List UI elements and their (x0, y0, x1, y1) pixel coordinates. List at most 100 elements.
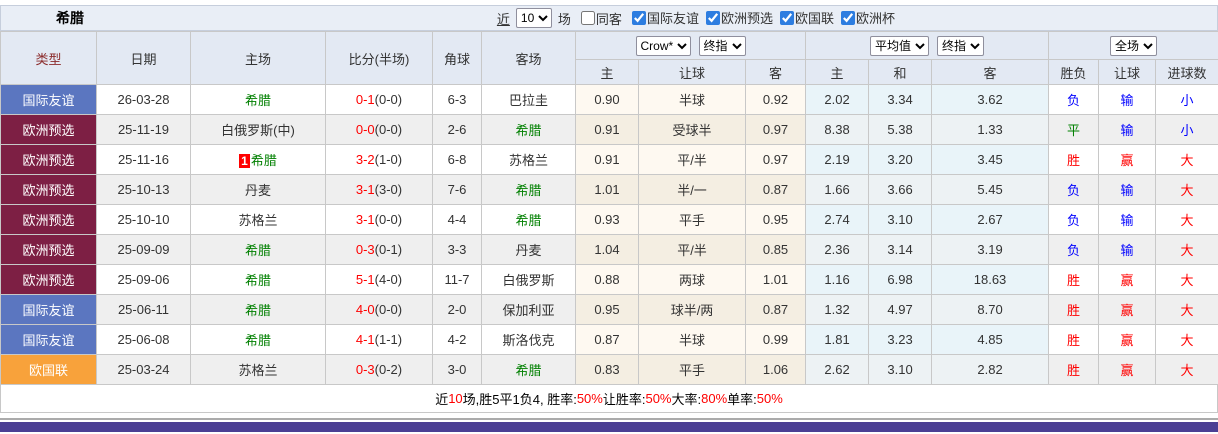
goals-result-value: 大 (1156, 205, 1218, 235)
home-team-link[interactable]: 希腊 (191, 325, 326, 355)
home-team-link[interactable]: 苏格兰 (191, 355, 326, 385)
league-filter[interactable]: 国际友谊 (625, 8, 699, 27)
away-team-link[interactable]: 苏格兰 (482, 145, 576, 175)
avg-group-header: 平均值终指 (806, 32, 1049, 60)
col-header-odds-home: 主 (576, 60, 639, 85)
col-header-odds-handicap: 让球 (639, 60, 746, 85)
home-team-link[interactable]: 苏格兰 (191, 205, 326, 235)
league-badge: 国际友谊 (1, 295, 97, 325)
away-team-link[interactable]: 希腊 (482, 205, 576, 235)
home-team-name: 丹麦 (245, 183, 271, 198)
result-value: 负 (1049, 205, 1099, 235)
avg-index-select[interactable]: 终指 (937, 36, 984, 56)
odds-company-select[interactable]: Crow* (636, 36, 691, 56)
handicap-result-value: 输 (1099, 115, 1156, 145)
result-value: 胜 (1049, 325, 1099, 355)
goals-result-value: 大 (1156, 265, 1218, 295)
summary-line: 近10场,胜5平1负4, 胜率:50% 让胜率:50% 大率:80% 单率:50… (0, 385, 1218, 413)
league-filter-checkbox[interactable] (780, 11, 794, 25)
away-team-link[interactable]: 保加利亚 (482, 295, 576, 325)
col-header-odds-away: 客 (746, 60, 806, 85)
home-team-link[interactable]: 希腊 (191, 265, 326, 295)
league-filter-checkbox[interactable] (706, 11, 720, 25)
match-date: 25-09-09 (97, 235, 191, 265)
red-card-badge: 1 (239, 154, 250, 168)
result-value: 胜 (1049, 355, 1099, 385)
odds-home-value: 1.04 (576, 235, 639, 265)
goals-result-value: 大 (1156, 145, 1218, 175)
avg-draw-value: 3.10 (869, 355, 932, 385)
scope-select[interactable]: 全场 (1110, 36, 1157, 56)
home-team-link[interactable]: 希腊 (191, 295, 326, 325)
league-filter-label: 欧洲预选 (721, 8, 773, 27)
away-team-name: 巴拉圭 (509, 93, 548, 108)
away-team-name: 白俄罗斯 (502, 273, 554, 288)
league-filter[interactable]: 欧洲预选 (699, 8, 773, 27)
same-away-filter[interactable]: 同客 (574, 9, 622, 28)
corner-score: 6-3 (433, 85, 482, 115)
col-header-type: 类型 (1, 32, 97, 85)
col-header-away: 客场 (482, 32, 576, 85)
match-history-page: 希腊 近 10 场 同客 国际友谊欧洲预选欧国联欧洲杯 类型 日期 主场 (0, 5, 1218, 432)
home-team-link[interactable]: 1希腊 (191, 145, 326, 175)
summary-text-segment: 让胜率: (603, 389, 646, 408)
score-cell: 0-3(0-2) (326, 355, 433, 385)
odds-home-value: 0.91 (576, 145, 639, 175)
table-row: 欧洲预选 25-11-16 1希腊 3-2(1-0) 6-8 苏格兰 0.91 … (1, 145, 1218, 175)
handicap-result-value: 赢 (1099, 325, 1156, 355)
divider-line (0, 418, 1218, 420)
near-link[interactable]: 近 (497, 9, 510, 28)
goals-result-value: 小 (1156, 115, 1218, 145)
away-team-link[interactable]: 巴拉圭 (482, 85, 576, 115)
odds-handicap-value: 受球半 (639, 115, 746, 145)
odds-home-value: 0.95 (576, 295, 639, 325)
avg-select[interactable]: 平均值 (870, 36, 929, 56)
home-team-link[interactable]: 希腊 (191, 235, 326, 265)
away-team-name: 斯洛伐克 (502, 333, 554, 348)
avg-home-value: 2.62 (806, 355, 869, 385)
odds-home-value: 0.91 (576, 115, 639, 145)
league-filter[interactable]: 欧国联 (773, 8, 834, 27)
avg-home-value: 1.32 (806, 295, 869, 325)
summary-text-segment: 80% (701, 391, 727, 406)
home-team-link[interactable]: 希腊 (191, 85, 326, 115)
league-filter[interactable]: 欧洲杯 (834, 8, 895, 27)
result-value: 平 (1049, 115, 1099, 145)
corner-score: 3-3 (433, 235, 482, 265)
odds-away-value: 0.92 (746, 85, 806, 115)
filter-controls: 近 10 场 同客 国际友谊欧洲预选欧国联欧洲杯 (497, 8, 895, 28)
same-away-label: 同客 (596, 9, 622, 28)
away-team-link[interactable]: 丹麦 (482, 235, 576, 265)
league-badge: 欧洲预选 (1, 145, 97, 175)
corner-score: 4-2 (433, 325, 482, 355)
avg-home-value: 1.66 (806, 175, 869, 205)
league-filter-checkbox[interactable] (632, 11, 646, 25)
odds-handicap-value: 两球 (639, 265, 746, 295)
topbar: 希腊 近 10 场 同客 国际友谊欧洲预选欧国联欧洲杯 (0, 5, 1218, 31)
league-filter-checkbox[interactable] (841, 11, 855, 25)
odds-handicap-value: 半球 (639, 85, 746, 115)
col-header-score: 比分(半场) (326, 32, 433, 85)
away-team-link[interactable]: 希腊 (482, 175, 576, 205)
away-team-link[interactable]: 希腊 (482, 355, 576, 385)
home-team-link[interactable]: 白俄罗斯(中) (191, 115, 326, 145)
col-header-goals: 进球数 (1156, 60, 1218, 85)
odds-handicap-value: 半球 (639, 325, 746, 355)
odds-index-select[interactable]: 终指 (699, 36, 746, 56)
league-badge: 欧洲预选 (1, 235, 97, 265)
handicap-result-value: 赢 (1099, 295, 1156, 325)
home-team-link[interactable]: 丹麦 (191, 175, 326, 205)
away-team-link[interactable]: 斯洛伐克 (482, 325, 576, 355)
same-away-checkbox[interactable] (581, 11, 595, 25)
away-team-link[interactable]: 白俄罗斯 (482, 265, 576, 295)
avg-away-value: 18.63 (932, 265, 1049, 295)
odds-home-value: 0.83 (576, 355, 639, 385)
away-team-link[interactable]: 希腊 (482, 115, 576, 145)
avg-away-value: 5.45 (932, 175, 1049, 205)
match-count-select[interactable]: 10 (516, 8, 552, 28)
corner-score: 7-6 (433, 175, 482, 205)
avg-draw-value: 5.38 (869, 115, 932, 145)
score-cell: 4-1(1-1) (326, 325, 433, 355)
odds-away-value: 1.01 (746, 265, 806, 295)
match-date: 25-09-06 (97, 265, 191, 295)
